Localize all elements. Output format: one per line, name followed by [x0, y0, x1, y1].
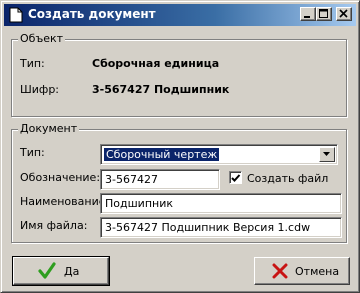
object-groupbox: Объект Тип: Сборочная единица Шифр: 3-56…	[11, 32, 347, 117]
close-button[interactable]	[336, 7, 352, 21]
object-legend: Объект	[18, 32, 66, 45]
document-icon	[9, 7, 23, 23]
ok-label: Да	[64, 265, 80, 278]
filename-field[interactable]: 3-567427 Подшипник Версия 1.cdw	[100, 217, 342, 238]
document-type-label: Тип:	[20, 146, 45, 159]
dialog-window: Создать документ Объект Тип: Сборочная е…	[0, 0, 360, 293]
name-label: Наименование:	[20, 195, 110, 208]
chevron-down-icon	[323, 152, 330, 156]
cancel-button[interactable]: Отмена	[254, 257, 350, 285]
object-type-label: Тип:	[20, 57, 45, 70]
document-type-selected: Сборочный чертеж	[104, 148, 220, 161]
filename-label: Имя файла:	[20, 219, 88, 232]
maximize-icon	[319, 9, 328, 18]
name-field[interactable]: Подшипник	[100, 193, 342, 214]
title-bar[interactable]: Создать документ	[4, 4, 356, 26]
cancel-label: Отмена	[295, 265, 340, 278]
checkmark-icon	[38, 262, 56, 279]
designation-field[interactable]: 3-567427	[100, 169, 220, 190]
document-type-select[interactable]: Сборочный чертеж	[100, 144, 338, 165]
dropdown-button[interactable]	[319, 147, 335, 162]
ok-button[interactable]: Да	[12, 256, 110, 286]
designation-label: Обозначение:	[20, 171, 101, 184]
object-code-value: 3-567427 Подшипник	[92, 83, 230, 96]
minimize-button[interactable]	[300, 7, 316, 21]
close-icon	[272, 263, 288, 279]
close-icon	[339, 9, 348, 18]
minimize-icon	[304, 16, 310, 18]
object-code-label: Шифр:	[20, 83, 60, 96]
create-file-checkbox[interactable]	[229, 171, 242, 184]
create-file-label[interactable]: Создать файл	[247, 172, 328, 185]
maximize-button[interactable]	[316, 7, 332, 21]
document-legend: Документ	[18, 122, 80, 135]
window-title: Создать документ	[28, 7, 156, 21]
document-groupbox: Документ Тип: Сборочный чертеж Обозначен…	[11, 122, 347, 243]
checkmark-icon	[231, 174, 241, 182]
object-type-value: Сборочная единица	[92, 57, 220, 70]
